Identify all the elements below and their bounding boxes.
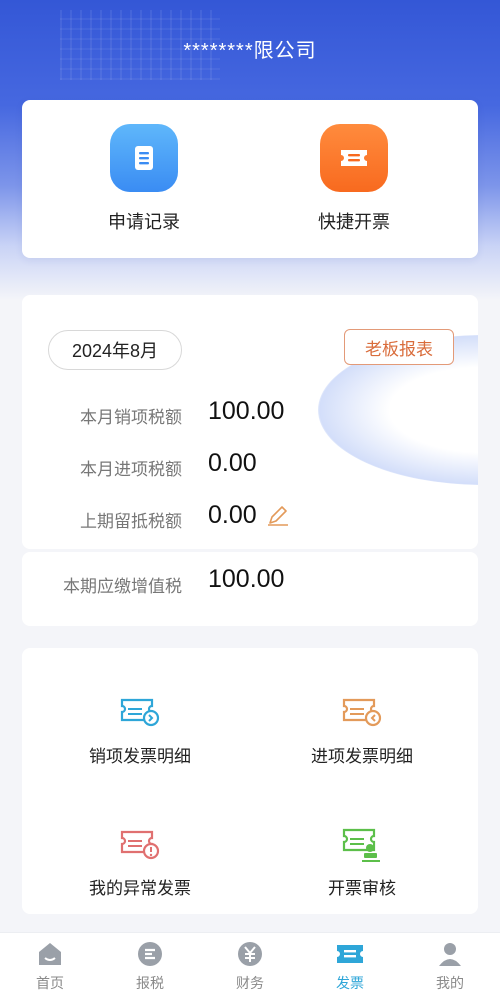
vat-due-label: 本期应缴增值税 <box>63 577 182 596</box>
tab-tax-report[interactable]: 报税 <box>100 939 200 993</box>
quick-actions-card: 申请记录 快捷开票 <box>22 100 478 258</box>
input-tax-row: 本月进项税额 0.00 <box>22 447 478 483</box>
incoming-invoice-icon <box>340 692 384 732</box>
invoice-review-icon <box>340 824 384 864</box>
profile-icon <box>435 939 465 969</box>
tax-summary-card: 2024年8月 老板报表 本月销项税额 100.00 本月进项税额 0.00 上… <box>22 295 478 549</box>
carryover-tax-label: 上期留抵税额 <box>80 512 182 531</box>
boss-report-button[interactable]: 老板报表 <box>344 329 454 365</box>
incoming-invoice-details-label: 进项发票明细 <box>311 747 413 766</box>
quick-invoice-button[interactable]: 快捷开票 <box>284 124 424 234</box>
vat-due-card: 本期应缴增值税 100.00 <box>22 552 478 626</box>
apply-records-label: 申请记录 <box>108 212 180 232</box>
company-title: ********限公司 <box>183 40 317 62</box>
carryover-tax-row: 上期留抵税额 0.00 <box>22 499 478 535</box>
incoming-invoice-details-button[interactable]: 进项发票明细 <box>262 692 462 767</box>
yen-icon <box>235 939 265 969</box>
quick-invoice-label: 快捷开票 <box>318 212 390 232</box>
tax-report-icon <box>135 939 165 969</box>
invoice-warning-icon <box>118 824 162 864</box>
input-tax-label: 本月进项税额 <box>80 460 182 479</box>
tab-tax-report-label: 报税 <box>136 975 164 991</box>
invoice-tab-icon <box>335 939 365 969</box>
tab-invoice-label: 发票 <box>336 975 364 991</box>
tab-finance-label: 财务 <box>236 975 264 991</box>
invoice-review-label: 开票审核 <box>328 879 396 898</box>
outgoing-invoice-icon <box>118 692 162 732</box>
output-tax-value: 100.00 <box>208 397 285 425</box>
outgoing-invoice-details-label: 销项发票明细 <box>89 747 191 766</box>
month-selector[interactable]: 2024年8月 <box>48 330 182 370</box>
tab-home-label: 首页 <box>36 975 64 991</box>
bottom-tab-bar: 首页 报税 财务 发票 我的 <box>0 932 500 996</box>
carryover-tax-value: 0.00 <box>208 501 257 529</box>
document-list-icon <box>110 124 178 192</box>
ticket-icon <box>320 124 388 192</box>
home-icon <box>35 939 65 969</box>
tab-profile-label: 我的 <box>436 975 464 991</box>
vat-due-value: 100.00 <box>208 565 285 593</box>
invoice-menu-card: 销项发票明细 进项发票明细 我的异常发票 开票审核 <box>22 648 478 914</box>
invoice-review-button[interactable]: 开票审核 <box>262 824 462 899</box>
tab-profile[interactable]: 我的 <box>400 939 500 993</box>
tab-invoice[interactable]: 发票 <box>300 939 400 993</box>
output-tax-row: 本月销项税额 100.00 <box>22 395 478 431</box>
abnormal-invoices-button[interactable]: 我的异常发票 <box>40 824 240 899</box>
tab-finance[interactable]: 财务 <box>200 939 300 993</box>
abnormal-invoices-label: 我的异常发票 <box>89 879 191 898</box>
input-tax-value: 0.00 <box>208 449 257 477</box>
edit-pencil-icon[interactable] <box>266 505 290 532</box>
apply-records-button[interactable]: 申请记录 <box>74 124 214 234</box>
outgoing-invoice-details-button[interactable]: 销项发票明细 <box>40 692 240 767</box>
output-tax-label: 本月销项税额 <box>80 408 182 427</box>
tab-home[interactable]: 首页 <box>0 939 100 993</box>
